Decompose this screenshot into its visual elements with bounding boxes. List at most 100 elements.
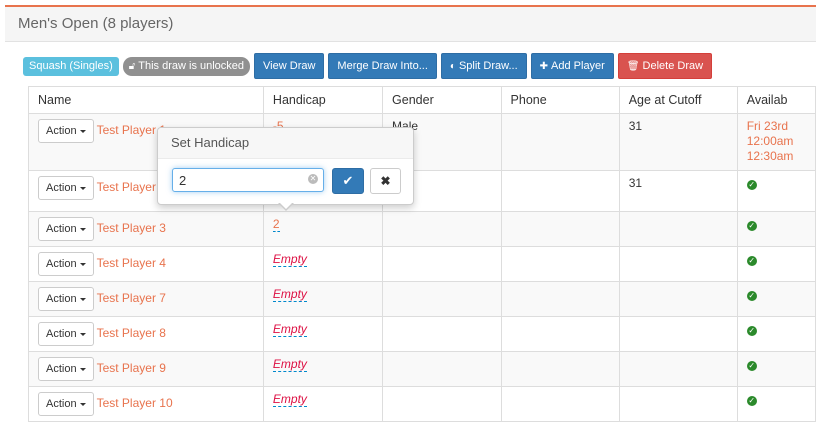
action-label: Action	[46, 182, 77, 194]
availability-cell: ✓	[736, 386, 816, 422]
age-cell	[618, 351, 738, 387]
action-dropdown-button[interactable]: Action	[38, 392, 94, 416]
handicap-cell: Empty	[262, 281, 384, 317]
handicap-empty-link[interactable]: Empty	[272, 357, 307, 372]
header-name[interactable]: Name	[28, 86, 264, 114]
check-circle-icon: ✓	[746, 396, 757, 406]
header-gender[interactable]: Gender	[382, 86, 502, 114]
check-circle-icon: ✓	[746, 291, 757, 301]
table-row: Action Test Player 3 2 ✓	[28, 211, 816, 247]
action-dropdown-button[interactable]: Action	[38, 357, 94, 381]
split-draw-button[interactable]: ◐ Split Draw...	[440, 53, 527, 79]
action-label: Action	[46, 398, 77, 410]
player-name-link[interactable]: Test Player 9	[97, 361, 166, 375]
player-name-link[interactable]: Test Player	[97, 180, 156, 194]
name-cell: Action Test Player 9	[28, 351, 264, 387]
handicap-cell: Empty	[262, 386, 384, 422]
name-cell: Action Test Player 4	[28, 246, 264, 282]
availability-text: 12:30am	[746, 149, 794, 163]
phone-cell	[500, 316, 620, 352]
table-row: Action Test Player 7 Empty ✓	[28, 281, 816, 317]
action-dropdown-button[interactable]: Action	[38, 322, 94, 346]
player-name-link[interactable]: Test Player 3	[97, 221, 166, 235]
confirm-button[interactable]: ✔	[332, 168, 364, 194]
action-label: Action	[46, 293, 77, 305]
name-cell: Action Test Player 7	[28, 281, 264, 317]
caret-down-icon	[79, 262, 86, 266]
split-icon: ◐	[449, 61, 456, 72]
cancel-button[interactable]: ✖	[370, 168, 401, 194]
age-cell	[618, 211, 738, 247]
gender-cell	[382, 316, 502, 352]
caret-down-icon	[79, 297, 86, 301]
player-name-link[interactable]: Test Player 8	[97, 326, 166, 340]
action-dropdown-button[interactable]: Action	[38, 176, 94, 200]
check-circle-icon: ✓	[746, 361, 757, 371]
panel-heading: Men's Open (8 players)	[5, 7, 816, 42]
gender-cell	[382, 386, 502, 422]
action-dropdown-button[interactable]: Action	[38, 252, 94, 276]
merge-draw-button[interactable]: Merge Draw Into...	[328, 53, 437, 79]
player-name-link[interactable]: Test Player 10	[97, 396, 173, 410]
delete-draw-label: Delete Draw	[642, 60, 704, 72]
clear-input-icon[interactable]: ✕	[308, 174, 318, 184]
handicap-empty-link[interactable]: Empty	[272, 392, 307, 407]
phone-cell	[500, 281, 620, 317]
action-dropdown-button[interactable]: Action	[38, 119, 94, 143]
name-cell: Action Test Player 8	[28, 316, 264, 352]
age-cell: 31	[618, 170, 738, 212]
check-circle-icon: ✓	[746, 221, 757, 231]
availability-cell: ✓	[736, 316, 816, 352]
gender-cell	[382, 211, 502, 247]
gender-cell	[382, 281, 502, 317]
handicap-cell: Empty	[262, 316, 384, 352]
table-row: Action Test Player 10 Empty ✓	[28, 386, 816, 422]
header-phone[interactable]: Phone	[500, 86, 620, 114]
availability-cell: ✓	[736, 281, 816, 317]
action-label: Action	[46, 125, 77, 137]
handicap-cell: Empty	[262, 246, 384, 282]
action-label: Action	[46, 223, 77, 235]
phone-cell	[500, 113, 620, 171]
popover-arrow	[278, 202, 294, 211]
phone-cell	[500, 386, 620, 422]
caret-down-icon	[79, 186, 86, 190]
action-dropdown-button[interactable]: Action	[38, 287, 94, 311]
handicap-link[interactable]: 2	[272, 217, 280, 232]
availability-text: 12:00am	[746, 134, 794, 148]
gender-cell	[382, 351, 502, 387]
handicap-empty-link[interactable]: Empty	[272, 252, 307, 267]
age-cell: 31	[618, 113, 738, 171]
caret-down-icon	[79, 402, 86, 406]
add-player-button[interactable]: ✚ Add Player	[530, 53, 614, 79]
availability-cell: ✓	[736, 351, 816, 387]
player-name-link[interactable]: Test Player 1	[97, 123, 166, 137]
phone-cell	[500, 170, 620, 212]
availability-cell: ✓	[736, 246, 816, 282]
player-name-link[interactable]: Test Player 7	[97, 291, 166, 305]
view-draw-button[interactable]: View Draw	[254, 53, 325, 79]
player-name-link[interactable]: Test Player 4	[97, 256, 166, 270]
table-row: Action Test Player 9 Empty ✓	[28, 351, 816, 387]
header-age[interactable]: Age at Cutoff	[618, 86, 738, 114]
plus-icon: ✚	[539, 61, 549, 72]
age-cell	[618, 281, 738, 317]
availability-cell: ✓	[736, 211, 816, 247]
action-label: Action	[46, 328, 77, 340]
header-availability[interactable]: Availab	[736, 86, 816, 114]
add-player-label: Add Player	[551, 60, 605, 72]
header-handicap[interactable]: Handicap	[262, 86, 384, 114]
check-icon: ✔	[342, 173, 354, 188]
handicap-input[interactable]: 2	[172, 168, 324, 192]
check-circle-icon: ✓	[746, 256, 757, 266]
caret-down-icon	[79, 227, 86, 231]
caret-down-icon	[79, 367, 86, 371]
action-dropdown-button[interactable]: Action	[38, 217, 94, 241]
handicap-empty-link[interactable]: Empty	[272, 322, 307, 337]
action-label: Action	[46, 258, 77, 270]
delete-draw-button[interactable]: 🗑︎ Delete Draw	[617, 53, 713, 79]
table-row: Action Test Player 4 Empty ✓	[28, 246, 816, 282]
action-label: Action	[46, 363, 77, 375]
handicap-empty-link[interactable]: Empty	[272, 287, 307, 302]
phone-cell	[500, 246, 620, 282]
